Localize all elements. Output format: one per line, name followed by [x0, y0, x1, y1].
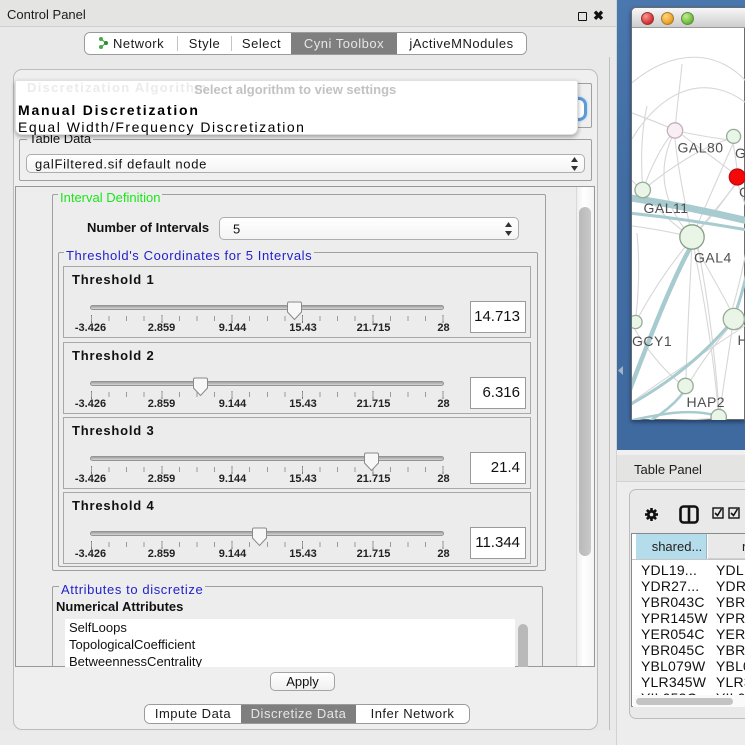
svg-text:GCY1: GCY1: [632, 333, 672, 349]
svg-text:GA: GA: [735, 145, 745, 161]
svg-text:HAP2: HAP2: [687, 394, 726, 410]
svg-text:GAL11: GAL11: [644, 200, 689, 216]
svg-text:G: G: [739, 184, 745, 200]
svg-text:GAL80: GAL80: [678, 140, 724, 156]
svg-text:GAL4: GAL4: [694, 250, 732, 266]
svg-text:H: H: [738, 332, 745, 348]
